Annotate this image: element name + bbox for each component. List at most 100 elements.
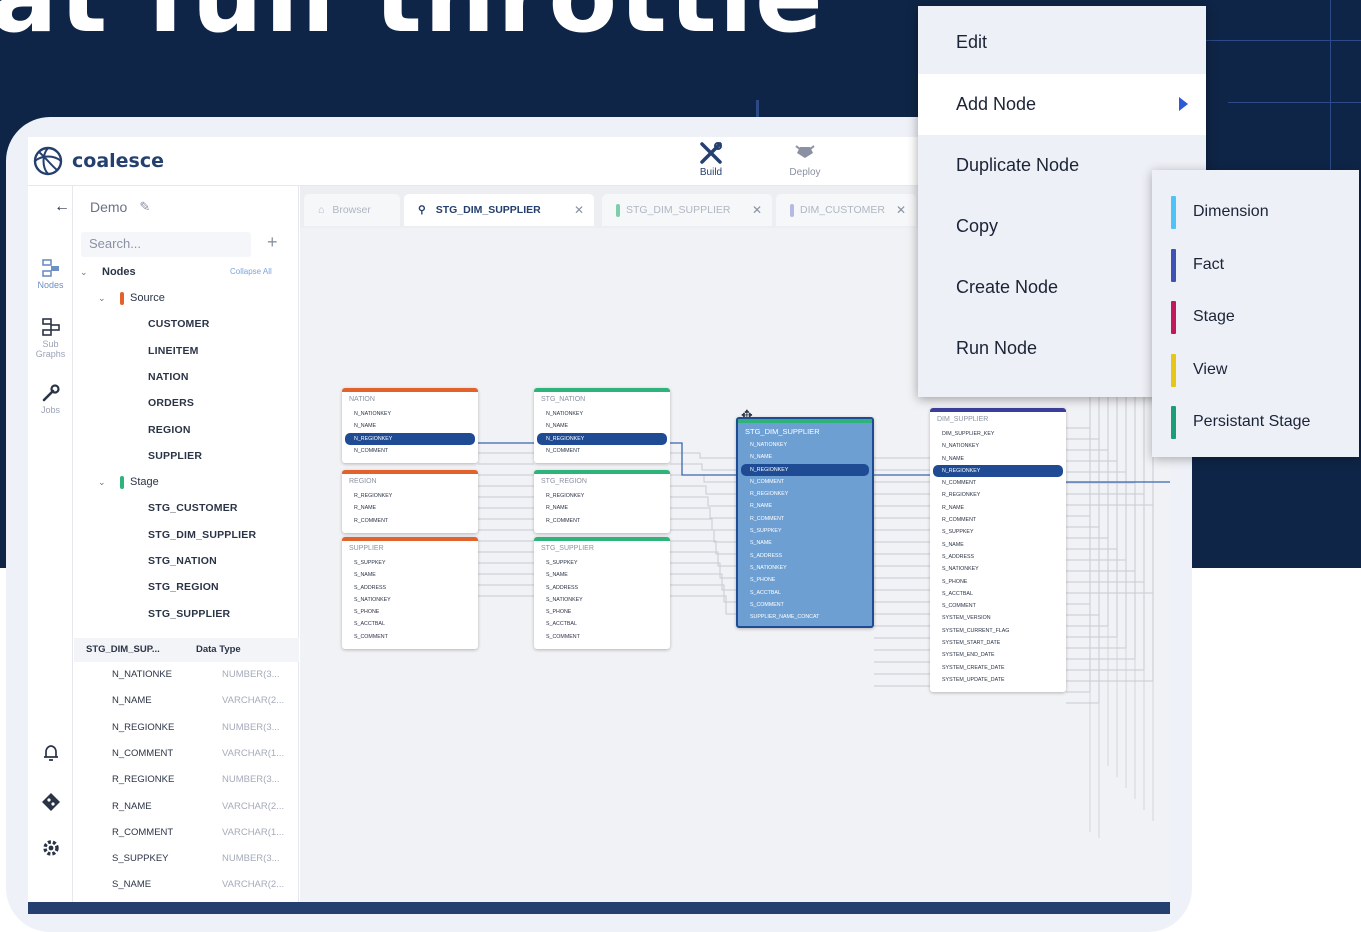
graph-node-column[interactable]: S_NATIONKEY (534, 594, 670, 606)
tree-item[interactable]: STG_REGION (148, 577, 219, 597)
graph-node[interactable]: DIM_SUPPLIER DIM_SUPPLIER_KEY N_NATIONKEY… (930, 408, 1066, 693)
graph-node-column[interactable]: R_NAME (738, 500, 872, 512)
graph-node-column[interactable]: N_NAME (342, 420, 478, 432)
graph-node-column[interactable]: N_COMMENT (930, 477, 1066, 489)
tab-3[interactable]: DIM_CUSTOMER ✕ (776, 194, 916, 226)
tab-2[interactable]: STG_DIM_SUPPLIER ✕ (602, 194, 772, 226)
graph-node-column[interactable]: N_NAME (534, 420, 670, 432)
graph-node-column[interactable]: N_REGIONKEY (537, 432, 667, 445)
graph-node-column[interactable]: S_NAME (342, 569, 478, 581)
graph-node-column[interactable]: S_ADDRESS (738, 550, 872, 562)
tree-item[interactable]: SUPPLIER (148, 446, 202, 466)
menu-item-edit[interactable]: Edit (918, 12, 1206, 73)
graph-node-column[interactable]: S_ACCTBAL (534, 618, 670, 630)
graph-node-column[interactable]: N_NATIONKEY (930, 440, 1066, 452)
close-tab-icon[interactable]: ✕ (752, 194, 762, 226)
graph-node-column[interactable]: R_COMMENT (342, 515, 478, 527)
graph-node-column[interactable]: SYSTEM_VERSION (930, 612, 1066, 624)
graph-node-column[interactable]: S_PHONE (534, 606, 670, 618)
graph-node-column[interactable]: R_COMMENT (534, 515, 670, 527)
graph-node-column[interactable]: R_REGIONKEY (534, 490, 670, 502)
graph-node[interactable]: SUPPLIER S_SUPPKEY S_NAME S_ADDRESS S_NATIO… (342, 537, 478, 650)
table-row[interactable]: N_REGIONKE NUMBER(3... (74, 715, 299, 741)
graph-node-column[interactable]: DIM_SUPPLIER_KEY (930, 428, 1066, 440)
add-node-plus-icon[interactable]: + (267, 232, 278, 253)
deploy-tool-button[interactable]: Deploy (780, 141, 830, 178)
graph-node-column[interactable]: N_COMMENT (738, 476, 872, 488)
graph-node-column[interactable]: SYSTEM_UPDATE_DATE (930, 674, 1066, 686)
graph-node[interactable]: REGION R_REGIONKEY R_NAME R_COMMENT (342, 470, 478, 533)
graph-node-column[interactable]: N_REGIONKEY (345, 432, 475, 445)
graph-node-column[interactable]: R_NAME (534, 502, 670, 514)
collapse-all-link[interactable]: Collapse All (230, 262, 272, 282)
settings-button[interactable] (28, 838, 73, 860)
graph-node-column[interactable]: S_PHONE (738, 574, 872, 586)
graph-node-column[interactable]: R_NAME (930, 502, 1066, 514)
graph-node-column[interactable]: R_COMMENT (930, 514, 1066, 526)
graph-node-column[interactable]: N_NAME (930, 453, 1066, 465)
graph-node-column[interactable]: S_NATIONKEY (342, 594, 478, 606)
table-row[interactable]: R_NAME VARCHAR(2... (74, 794, 299, 820)
graph-node-column[interactable]: S_ACCTBAL (738, 587, 872, 599)
graph-node-column[interactable]: N_REGIONKEY (933, 464, 1063, 478)
table-row[interactable]: N_NAME VARCHAR(2... (74, 688, 299, 714)
graph-node-column[interactable]: N_COMMENT (342, 445, 478, 457)
tree-item[interactable]: STG_DIM_SUPPLIER (148, 525, 256, 545)
graph-node-column[interactable]: N_NAME (738, 451, 872, 463)
graph-node-column[interactable]: S_NAME (738, 537, 872, 549)
graph-node-column[interactable]: S_COMMENT (738, 599, 872, 611)
graph-node-column[interactable]: N_REGIONKEY (741, 463, 869, 476)
graph-node-column[interactable]: N_COMMENT (534, 445, 670, 457)
graph-node-column[interactable]: S_NATIONKEY (738, 562, 872, 574)
bell-button[interactable] (28, 743, 73, 765)
graph-node[interactable]: STG_REGION R_REGIONKEY R_NAME R_COMMENT (534, 470, 670, 533)
rail-item-jobs[interactable]: Jobs (28, 383, 73, 415)
graph-node-column[interactable]: SYSTEM_END_DATE (930, 649, 1066, 661)
submenu-item-dimension[interactable]: Dimension (1152, 186, 1359, 238)
graph-node-column[interactable]: S_SUPPKEY (534, 557, 670, 569)
graph-node-column[interactable]: N_NATIONKEY (534, 408, 670, 420)
close-tab-icon[interactable]: ✕ (896, 194, 906, 226)
edit-pencil-icon[interactable]: ✎ (139, 199, 150, 215)
graph-node-column[interactable]: S_SUPPKEY (738, 525, 872, 537)
graph-node-column[interactable]: S_ADDRESS (534, 582, 670, 594)
graph-node-column[interactable]: SYSTEM_START_DATE (930, 637, 1066, 649)
graph-node-column[interactable]: R_NAME (342, 502, 478, 514)
tree-item[interactable]: LINEITEM (148, 341, 199, 361)
graph-node-column[interactable]: R_COMMENT (738, 513, 872, 525)
tree-item[interactable]: CUSTOMER (148, 314, 210, 334)
tab-0[interactable]: ⌂ Browser (304, 194, 400, 226)
graph-node-column[interactable]: N_NATIONKEY (342, 408, 478, 420)
tree-root[interactable]: ⌄ Nodes Collapse All (80, 262, 299, 282)
graph-node-column[interactable]: S_SUPPKEY (930, 526, 1066, 538)
graph-node-column[interactable]: S_ADDRESS (930, 551, 1066, 563)
rail-item-nodes[interactable]: Nodes (28, 258, 73, 290)
search-input[interactable]: Search... (81, 232, 251, 257)
tree-item[interactable]: STG_NATION (148, 551, 217, 571)
graph-node[interactable]: NATION N_NATIONKEY N_NAME N_REGIONKEY N_COM… (342, 388, 478, 464)
menu-item-add-node[interactable]: Add Node (918, 74, 1206, 135)
submenu-item-view[interactable]: View (1152, 344, 1359, 396)
graph-node[interactable]: STG_NATION N_NATIONKEY N_NAME N_REGIONKEY N… (534, 388, 670, 464)
table-row[interactable]: S_SUPPKEY NUMBER(3... (74, 846, 299, 872)
tab-1[interactable]: ⚲ STG_DIM_SUPPLIER ✕ (404, 194, 594, 226)
graph-node-column[interactable]: S_COMMENT (534, 631, 670, 643)
graph-node-column[interactable]: S_ADDRESS (342, 582, 478, 594)
graph-node-column[interactable]: S_ACCTBAL (930, 588, 1066, 600)
graph-node-column[interactable]: S_PHONE (342, 606, 478, 618)
graph-node-column[interactable]: S_COMMENT (930, 600, 1066, 612)
graph-node-column[interactable]: S_NAME (534, 569, 670, 581)
close-tab-icon[interactable]: ✕ (574, 194, 584, 226)
graph-node-column[interactable]: S_NATIONKEY (930, 563, 1066, 575)
table-row[interactable]: N_NATIONKE NUMBER(3... (74, 662, 299, 688)
graph-node-column[interactable]: SYSTEM_CURRENT_FLAG (930, 625, 1066, 637)
table-row[interactable]: R_REGIONKE NUMBER(3... (74, 767, 299, 793)
table-row[interactable]: S_NAME VARCHAR(2... (74, 872, 299, 898)
graph-node-column[interactable]: S_NAME (930, 539, 1066, 551)
graph-node-column[interactable]: R_REGIONKEY (342, 490, 478, 502)
graph-node-column[interactable]: SUPPLIER_NAME_CONCAT (738, 611, 872, 623)
graph-node-column[interactable]: S_PHONE (930, 576, 1066, 588)
back-arrow-icon[interactable]: ← (54, 198, 70, 216)
table-row[interactable]: N_COMMENT VARCHAR(1... (74, 741, 299, 767)
graph-node[interactable]: STG_DIM_SUPPLIER N_NATIONKEY N_NAME N_REGI… (736, 417, 874, 628)
